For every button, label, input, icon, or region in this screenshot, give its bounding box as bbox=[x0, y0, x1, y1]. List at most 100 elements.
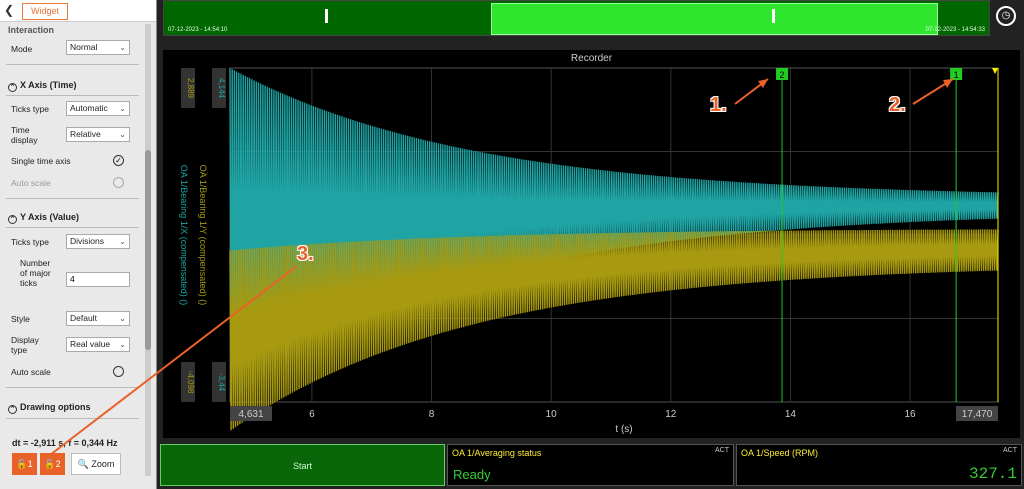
y-right-bottom-label: -4,098 bbox=[186, 371, 195, 394]
lock-2-label: 2 bbox=[55, 459, 61, 469]
timeline-end-timestamp: 07-12-2023 - 14:54:33 bbox=[925, 27, 985, 33]
y-ticks-type-label: Ticks type bbox=[11, 237, 49, 247]
divider bbox=[6, 198, 139, 199]
averaging-act: ACT bbox=[715, 447, 729, 454]
panel-scrollbar-thumb[interactable] bbox=[145, 150, 151, 350]
section-interaction-cut[interactable]: Interaction bbox=[8, 25, 54, 35]
time-display-select[interactable]: Relative ⌄ bbox=[66, 127, 130, 142]
timeline-start-timestamp: 07-12-2023 - 14:54:10 bbox=[168, 27, 228, 33]
chevron-down-icon: ⌄ bbox=[119, 43, 126, 52]
display-type-select[interactable]: Real value ⌄ bbox=[66, 337, 130, 352]
divider bbox=[6, 418, 139, 419]
x-axis-label: t (s) bbox=[615, 424, 632, 435]
lock-icon: 🔓 bbox=[44, 459, 56, 469]
y-right-top-label: 2,889 bbox=[186, 78, 195, 99]
x-ticks-type-value: Automatic bbox=[70, 103, 108, 113]
y-left-top-label: 4,144 bbox=[217, 78, 226, 99]
collapse-icon: ⌃ bbox=[8, 215, 17, 224]
mode-label: Mode bbox=[11, 44, 33, 54]
y-ticks-type-select[interactable]: Divisions ⌄ bbox=[66, 234, 130, 249]
tab-widget[interactable]: Widget bbox=[22, 3, 68, 20]
chevron-down-icon: ⌄ bbox=[119, 340, 126, 349]
panel-topbar: ❮ Widget bbox=[0, 0, 156, 22]
averaging-title: OA 1/Averaging status bbox=[452, 448, 542, 458]
chevron-down-icon: ⌄ bbox=[119, 237, 126, 246]
y-left-bottom-label: -3,44 bbox=[217, 373, 226, 392]
time-display-value: Relative bbox=[70, 129, 101, 139]
x-auto-scale-label: Auto scale bbox=[11, 178, 51, 188]
widget-settings-panel: ❮ Widget Interaction Mode Normal ⌄ ⌃ X Axi… bbox=[0, 0, 157, 489]
search-icon: 🔍 bbox=[77, 459, 89, 469]
annotation-3: 3. bbox=[297, 243, 314, 265]
cursor-delta-readout: dt = -2,911 s, f = 0,344 Hz bbox=[12, 438, 118, 448]
speed-act: ACT bbox=[1003, 447, 1017, 454]
app-window: ❮ Widget Interaction Mode Normal ⌄ ⌃ X Axi… bbox=[0, 0, 1024, 489]
y-axis-label-left: OA 1/Bearing 1/X (compensated) () bbox=[179, 165, 189, 306]
chevron-down-icon: ⌄ bbox=[119, 130, 126, 139]
drawing-options-section-header[interactable]: ⌃ Drawing options bbox=[8, 402, 91, 414]
collapse-icon: ⌃ bbox=[8, 405, 17, 414]
x-axis-section-header[interactable]: ⌃ X Axis (Time) bbox=[8, 80, 77, 92]
y-auto-scale-radio[interactable] bbox=[113, 366, 124, 377]
timeline-handle-right[interactable] bbox=[772, 9, 775, 23]
chevron-down-icon: ⌄ bbox=[119, 314, 126, 323]
x-tick-label: 8 bbox=[429, 409, 435, 420]
y-axis-section-header[interactable]: ⌃ Y Axis (Value) bbox=[8, 212, 79, 224]
mode-value: Normal bbox=[70, 42, 98, 52]
x-tick-label: 12 bbox=[665, 409, 677, 420]
x-axis-title: X Axis (Time) bbox=[20, 80, 77, 90]
chevron-left-icon[interactable]: ❮ bbox=[4, 3, 18, 19]
start-button[interactable]: Start bbox=[160, 444, 445, 486]
cursor-label-1: 1 bbox=[954, 70, 959, 80]
lock-1-label: 1 bbox=[27, 459, 33, 469]
speed-panel: OA 1/Speed (RPM) ACT 327.1 bbox=[736, 444, 1022, 486]
divider bbox=[6, 227, 139, 228]
y-auto-scale-label: Auto scale bbox=[11, 367, 51, 377]
speed-value: 327.1 bbox=[968, 465, 1017, 483]
time-display-label: Time display bbox=[11, 125, 38, 145]
display-type-label: Display type bbox=[11, 335, 39, 355]
single-time-axis-label: Single time axis bbox=[11, 156, 71, 166]
divider bbox=[6, 64, 139, 65]
clock-icon[interactable]: ◷ bbox=[996, 6, 1016, 26]
collapse-icon: ⌃ bbox=[8, 83, 17, 92]
x-tick-label: 6 bbox=[309, 409, 315, 420]
major-ticks-input[interactable]: 4 bbox=[66, 272, 130, 287]
lock-cursor-1-button[interactable]: 🔓1 bbox=[12, 453, 37, 475]
cursor-label-2: 2 bbox=[780, 70, 785, 80]
y-ticks-type-value: Divisions bbox=[70, 236, 105, 246]
display-type-value: Real value bbox=[70, 339, 111, 349]
mode-select[interactable]: Normal ⌄ bbox=[66, 40, 130, 55]
timeline-selection[interactable] bbox=[491, 3, 938, 35]
annotation-1: 1. bbox=[710, 94, 727, 116]
x-tick-label: 14 bbox=[785, 409, 797, 420]
x-ticks-type-select[interactable]: Automatic ⌄ bbox=[66, 101, 130, 116]
timeline-overview[interactable]: 07-12-2023 - 14:54:10 07-12-2023 - 14:54… bbox=[163, 0, 990, 36]
lock-cursor-2-button[interactable]: 🔓2 bbox=[40, 453, 65, 475]
x-ticks-type-label: Ticks type bbox=[11, 104, 49, 114]
y-axis-title: Y Axis (Value) bbox=[20, 212, 80, 222]
style-select[interactable]: Default ⌄ bbox=[66, 311, 130, 326]
x-tick-label: 10 bbox=[546, 409, 558, 420]
zoom-label: Zoom bbox=[91, 459, 115, 469]
style-value: Default bbox=[70, 313, 97, 323]
annotation-2: 2. bbox=[889, 94, 906, 116]
x-tick-label: 16 bbox=[905, 409, 917, 420]
divider bbox=[6, 95, 139, 96]
averaging-status-panel: OA 1/Averaging status ACT Ready bbox=[447, 444, 734, 486]
single-time-axis-checkbox[interactable]: ✓ bbox=[113, 155, 124, 166]
divider bbox=[6, 387, 139, 388]
x-tick-label: 17,470 bbox=[962, 409, 993, 420]
zoom-button[interactable]: 🔍 Zoom bbox=[71, 453, 121, 475]
averaging-status-value: Ready bbox=[453, 467, 491, 482]
major-ticks-label: Number of major ticks bbox=[20, 258, 51, 288]
style-label: Style bbox=[11, 314, 30, 324]
drawing-options-title: Drawing options bbox=[20, 402, 91, 412]
timeline-handle-left[interactable] bbox=[325, 9, 328, 23]
chevron-down-icon: ⌄ bbox=[119, 104, 126, 113]
x-tick-label: 4,631 bbox=[238, 409, 263, 420]
y-axis-label-right: OA 1/Bearing 1/Y (compensated) () bbox=[198, 165, 208, 305]
x-auto-scale-radio[interactable] bbox=[113, 177, 124, 188]
speed-title: OA 1/Speed (RPM) bbox=[741, 448, 819, 458]
lock-icon: 🔓 bbox=[16, 459, 28, 469]
